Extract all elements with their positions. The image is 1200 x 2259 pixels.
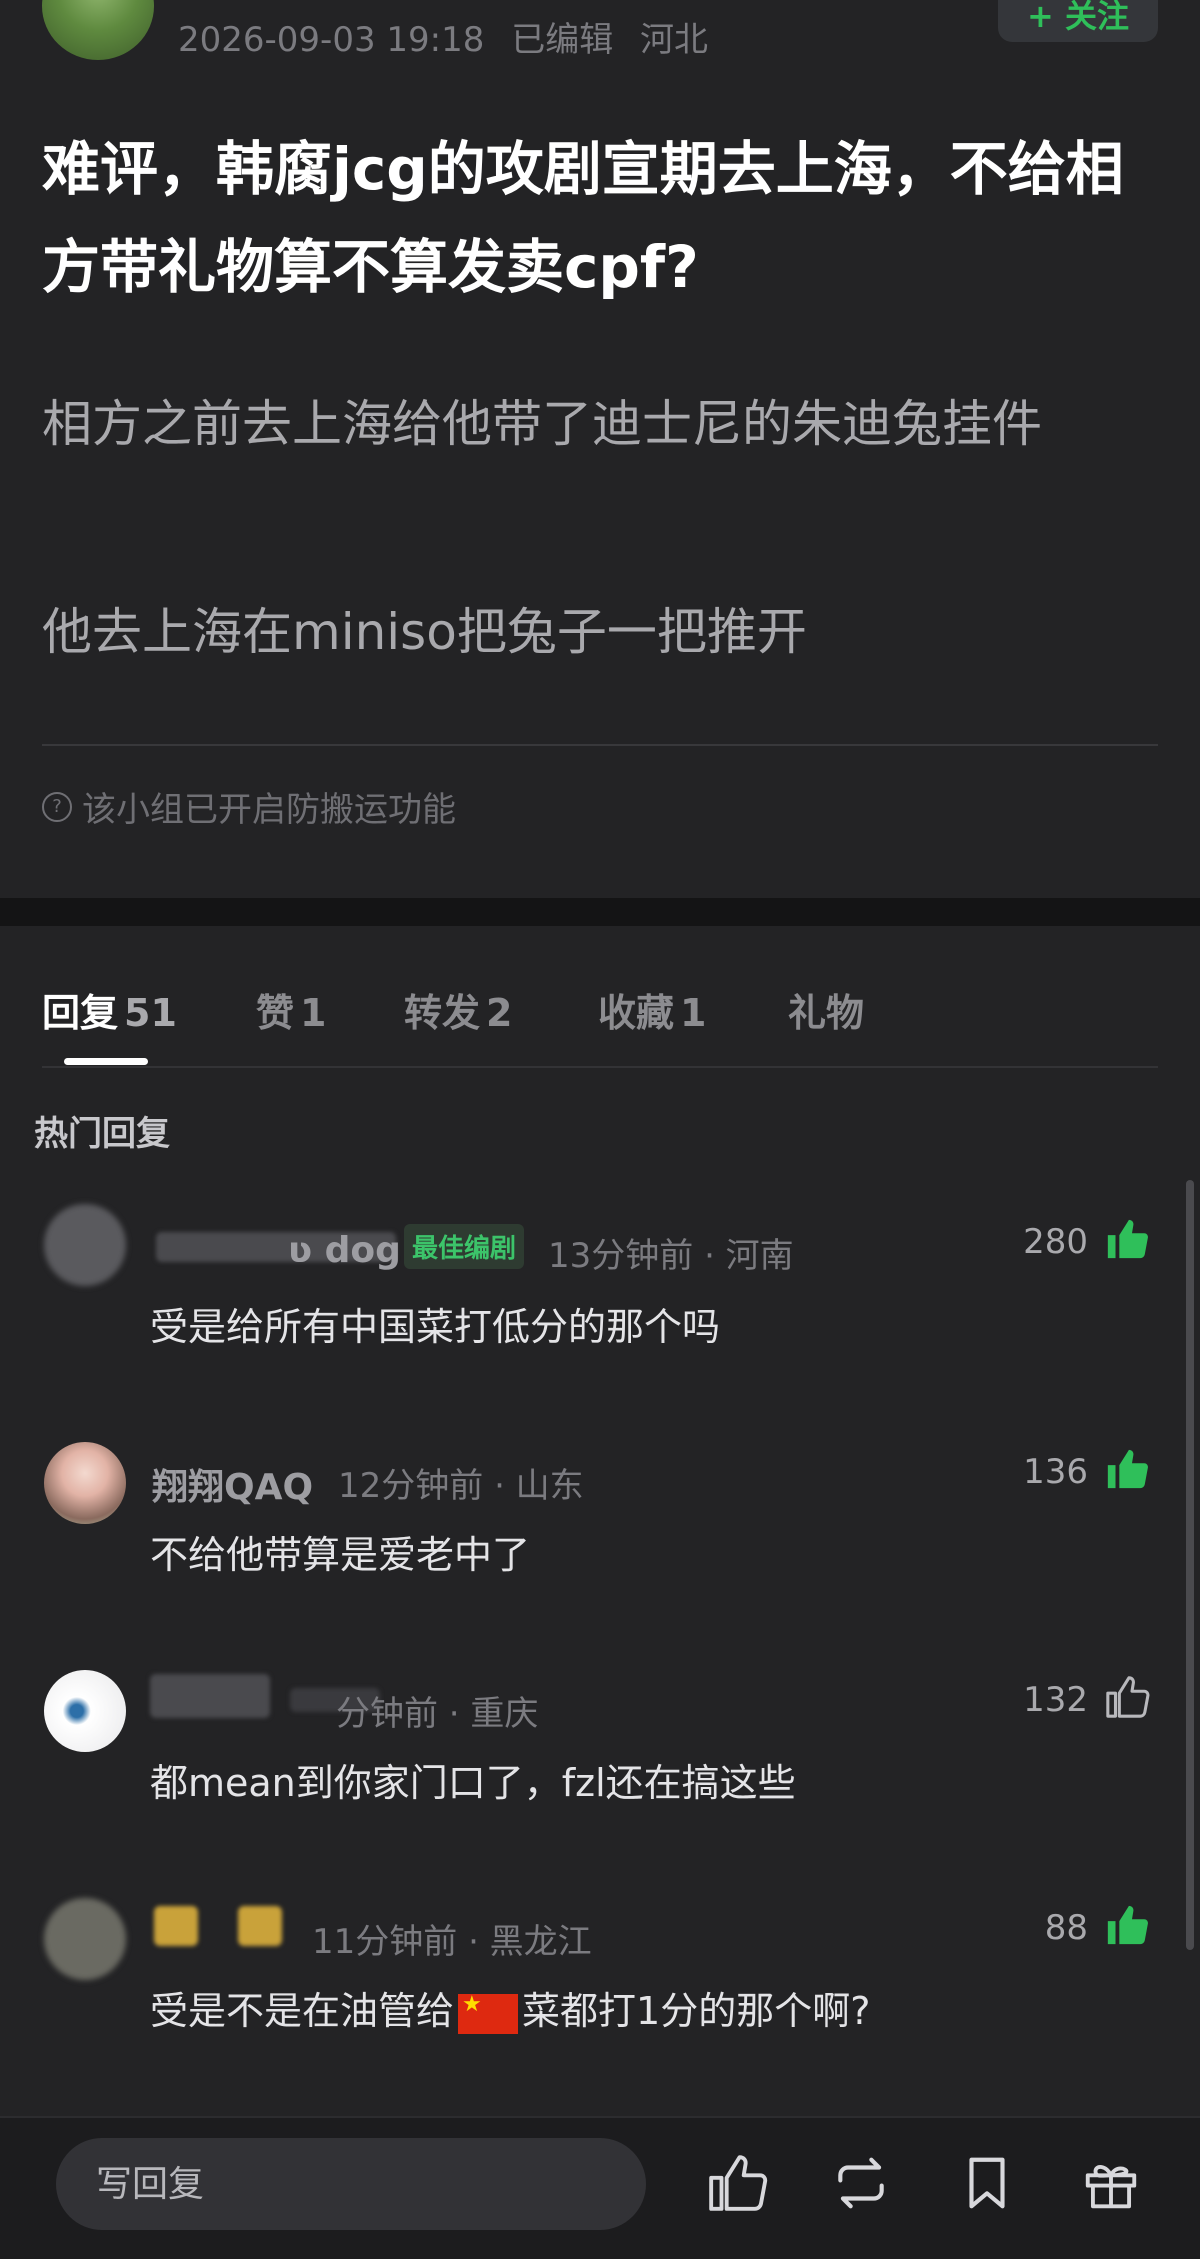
- post-body-line-1: 相方之前去上海给他带了迪士尼的朱迪兔挂件: [42, 395, 1042, 453]
- commenter-name[interactable]: ʋ dog: [288, 1230, 401, 1271]
- comment-text: 都mean到你家门口了，fzl还在搞这些: [150, 1761, 796, 1805]
- hot-replies-heading: 热门回复: [34, 1114, 170, 1154]
- comment-time-location: 12分钟前 · 山东: [338, 1466, 584, 1506]
- tab-reposts[interactable]: 转发 2: [404, 982, 512, 1037]
- comment-text-part: 菜都打1分的那个啊?: [522, 1989, 871, 2033]
- like-count: 280: [1023, 1222, 1088, 1262]
- comment-item[interactable]: 11分钟前 · 黑龙江 受是不是在油管给 菜都打1分的那个啊? 88: [0, 1876, 1180, 2076]
- blurred-username: [154, 1906, 198, 1946]
- scrollbar[interactable]: [1186, 1180, 1194, 1950]
- blurred-username: [238, 1906, 282, 1946]
- tab-likes[interactable]: 赞1: [256, 982, 326, 1037]
- question-circle-icon: ?: [42, 791, 72, 822]
- like-icon[interactable]: [706, 2152, 768, 2214]
- commenter-name[interactable]: 翔翔QAQ: [152, 1458, 313, 1510]
- tab-reposts-label: 转发: [404, 991, 481, 1035]
- tab-gifts-label: 礼物: [788, 991, 865, 1035]
- like-count: 132: [1023, 1680, 1088, 1720]
- like-count: 88: [1044, 1908, 1088, 1948]
- commenter-avatar[interactable]: [44, 1204, 126, 1286]
- tab-reposts-count: 2: [486, 991, 513, 1035]
- tab-favorites-count: 1: [680, 991, 707, 1035]
- thumbs-up-filled-icon[interactable]: [1104, 1902, 1150, 1948]
- comment-text: 不给他带算是爱老中了: [150, 1533, 531, 1577]
- post-divider: [42, 744, 1158, 746]
- comment-text-part: 受是不是在油管给: [150, 1989, 455, 2033]
- thumbs-up-filled-icon[interactable]: [1104, 1216, 1150, 1262]
- thumbs-up-filled-icon[interactable]: [1104, 1446, 1150, 1492]
- bookmark-icon[interactable]: [956, 2152, 1018, 2214]
- comment-item[interactable]: 分钟前 · 重庆 都mean到你家门口了，fzl还在搞这些 132: [0, 1648, 1180, 1848]
- tabs-divider: [42, 1066, 1158, 1068]
- comment-item[interactable]: 翔翔QAQ 12分钟前 · 山东 不给他带算是爱老中了 136: [0, 1420, 1180, 1620]
- post-meta: 2026-09-03 19:18 已编辑 河北: [178, 12, 724, 61]
- tab-likes-label: 赞: [256, 991, 295, 1035]
- post-title: 难评，韩腐jcg的攻剧宣期去上海，不给相方带礼物算不算发卖cpf?: [42, 135, 1124, 301]
- comment-text: 受是给所有中国菜打低分的那个吗: [150, 1305, 721, 1349]
- like-count: 136: [1023, 1452, 1088, 1492]
- tab-favorites[interactable]: 收藏 1: [598, 982, 706, 1037]
- post-body-line-2: 他去上海在miniso把兔子一把推开: [42, 603, 807, 661]
- tab-replies-count: 51: [124, 991, 177, 1035]
- comment-time-location: 13分钟前 · 河南: [548, 1236, 794, 1276]
- follow-button[interactable]: + 关注: [998, 0, 1158, 42]
- gift-icon[interactable]: [1080, 2152, 1142, 2214]
- anti-repost-notice: ? 该小组已开启防搬运功能: [42, 782, 456, 831]
- author-avatar[interactable]: [42, 0, 154, 60]
- commenter-avatar[interactable]: [44, 1898, 126, 1980]
- post-datetime: 2026-09-03 19:18: [178, 20, 485, 60]
- comment-time-location: 11分钟前 · 黑龙江: [312, 1922, 592, 1962]
- china-flag-icon: [458, 1992, 519, 2034]
- tab-gifts[interactable]: 礼物: [788, 982, 864, 1037]
- comment-text: 受是不是在油管给 菜都打1分的那个啊?: [150, 1980, 870, 2035]
- tab-replies[interactable]: 回复 51: [42, 982, 177, 1037]
- post-location: 河北: [640, 20, 709, 60]
- tab-likes-count: 1: [300, 991, 327, 1035]
- tab-favorites-label: 收藏: [598, 991, 675, 1035]
- comment-item[interactable]: ʋ dog 最佳编剧 13分钟前 · 河南 受是给所有中国菜打低分的那个吗 28…: [0, 1190, 1180, 1390]
- blurred-username: [150, 1674, 270, 1718]
- active-tab-indicator: [64, 1058, 148, 1065]
- repost-icon[interactable]: [830, 2152, 892, 2214]
- commenter-avatar[interactable]: [44, 1670, 126, 1752]
- tab-replies-label: 回复: [42, 991, 119, 1035]
- anti-repost-text: 该小组已开启防搬运功能: [82, 790, 456, 830]
- section-separator: [0, 898, 1200, 926]
- best-writer-badge: 最佳编剧: [404, 1224, 525, 1269]
- commenter-avatar[interactable]: [44, 1442, 126, 1524]
- thumbs-up-outline-icon[interactable]: [1104, 1674, 1150, 1720]
- reply-input[interactable]: [56, 2138, 646, 2230]
- comment-time-location: 分钟前 · 重庆: [336, 1694, 539, 1734]
- post-edited-flag: 已编辑: [511, 20, 614, 60]
